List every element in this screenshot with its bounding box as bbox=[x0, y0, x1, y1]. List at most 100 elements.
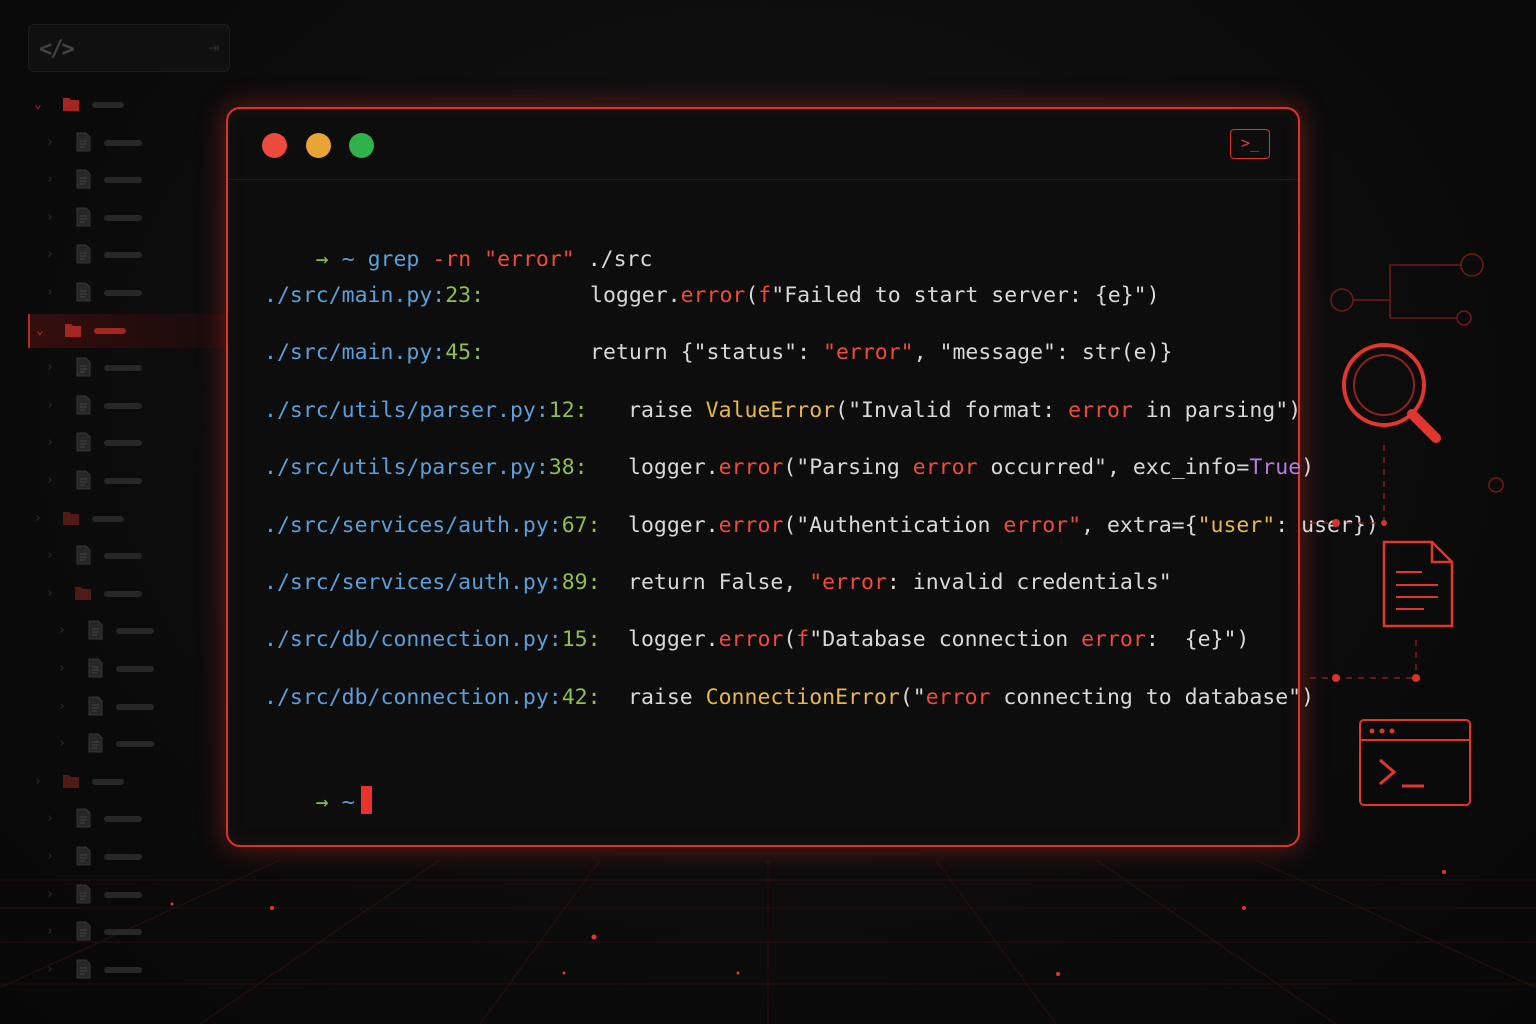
sidebar-folder-item[interactable]: › bbox=[28, 502, 228, 536]
chevron-right-icon[interactable]: › bbox=[46, 811, 54, 826]
sidebar-file-item[interactable]: › bbox=[28, 614, 228, 648]
sidebar-file-item[interactable]: › bbox=[28, 539, 228, 573]
code-token: "error bbox=[809, 570, 887, 595]
result-separator: : bbox=[432, 283, 446, 308]
result-location[interactable]: ./src/db/connection.py:15: bbox=[264, 627, 601, 652]
sidebar-file-item[interactable]: › bbox=[28, 840, 228, 874]
chevron-right-icon[interactable]: › bbox=[46, 548, 54, 563]
chevron-right-icon[interactable]: › bbox=[46, 962, 54, 977]
result-line: ./src/db/connection.py:42: raise Connecti… bbox=[264, 685, 1314, 710]
code-token: logger. bbox=[628, 627, 719, 653]
chevron-right-icon[interactable]: › bbox=[58, 661, 66, 676]
sidebar-folder-item[interactable]: ⌄ bbox=[28, 313, 230, 348]
sidebar-item-label-placeholder bbox=[116, 628, 154, 635]
sidebar-file-item[interactable]: › bbox=[28, 727, 228, 761]
chevron-right-icon[interactable]: › bbox=[46, 586, 54, 601]
chevron-right-icon[interactable]: › bbox=[46, 247, 54, 262]
chevron-right-icon[interactable]: › bbox=[58, 699, 66, 714]
code-icon[interactable]: </> bbox=[39, 37, 75, 62]
chevron-down-icon[interactable]: ⌄ bbox=[36, 323, 44, 338]
sidebar-item-label-placeholder bbox=[104, 365, 142, 372]
chevron-right-icon[interactable]: › bbox=[46, 924, 54, 939]
code-token: error bbox=[1081, 627, 1146, 653]
sidebar-folder-item[interactable]: ⌄ bbox=[28, 88, 228, 122]
terminal-window[interactable]: >_ → ~ grep -rn "error" ./src ./src/main… bbox=[226, 107, 1379, 847]
result-location[interactable]: ./src/services/auth.py:67: bbox=[264, 513, 601, 538]
result-file-path: ./src/utils/parser.py bbox=[264, 455, 536, 481]
floor-grid bbox=[0, 860, 1536, 1024]
sidebar-file-item[interactable]: › bbox=[28, 276, 228, 310]
sidebar-item-label-placeholder bbox=[92, 102, 124, 108]
chevron-right-icon[interactable]: › bbox=[46, 172, 54, 187]
chevron-right-icon[interactable]: › bbox=[46, 135, 54, 150]
sidebar-file-item[interactable]: › bbox=[28, 690, 228, 724]
result-location[interactable]: ./src/db/connection.py:42: bbox=[264, 685, 601, 710]
sidebar-file-item[interactable]: › bbox=[28, 351, 228, 385]
result-code-snippet: logger.error("Authentication error", ext… bbox=[628, 513, 1379, 538]
file-icon bbox=[76, 169, 91, 189]
sidebar-file-item[interactable]: › bbox=[28, 915, 228, 949]
code-token: error bbox=[680, 283, 746, 308]
magnifier-icon bbox=[1342, 343, 1441, 443]
sidebar-file-item[interactable]: › bbox=[28, 426, 228, 460]
sidebar-file-item[interactable]: › bbox=[28, 652, 228, 686]
result-location[interactable]: ./src/services/auth.py:89: bbox=[264, 570, 601, 595]
chevron-right-icon[interactable]: › bbox=[46, 435, 54, 450]
chevron-right-icon[interactable]: › bbox=[46, 285, 54, 300]
result-location[interactable]: ./src/utils/parser.py:12: bbox=[264, 398, 588, 423]
sidebar-item-label-placeholder bbox=[92, 778, 124, 785]
file-icon bbox=[76, 846, 91, 866]
close-button[interactable] bbox=[262, 133, 287, 158]
sidebar-file-item[interactable]: › bbox=[28, 802, 228, 836]
sidebar-file-item[interactable]: › bbox=[28, 126, 228, 160]
active-prompt-line[interactable]: → ~ bbox=[264, 761, 372, 840]
sidebar-file-item[interactable]: › bbox=[28, 878, 228, 912]
sidebar-file-item[interactable]: › bbox=[28, 389, 228, 423]
sidebar-folder-item[interactable]: › bbox=[28, 765, 228, 799]
result-location[interactable]: ./src/utils/parser.py:38: bbox=[264, 455, 588, 480]
file-icon bbox=[88, 696, 103, 716]
collapse-icon[interactable]: ⇥ bbox=[208, 37, 219, 58]
chevron-right-icon[interactable]: › bbox=[46, 210, 54, 225]
result-code-snippet: return False, "error: invalid credential… bbox=[628, 570, 1172, 595]
chevron-right-icon[interactable]: › bbox=[34, 774, 42, 789]
sidebar-item-label-placeholder bbox=[104, 177, 142, 184]
chevron-right-icon[interactable]: › bbox=[58, 623, 66, 638]
sidebar-folder-item[interactable]: › bbox=[28, 577, 228, 611]
result-location[interactable]: ./src/main.py:23: bbox=[264, 283, 484, 308]
code-token: ConnectionError bbox=[705, 684, 900, 710]
minimize-button[interactable] bbox=[306, 133, 331, 158]
maximize-button[interactable] bbox=[349, 133, 374, 158]
terminal-prompt-icon[interactable]: >_ bbox=[1230, 129, 1270, 159]
sidebar-file-item[interactable]: › bbox=[28, 953, 228, 987]
text-cursor bbox=[360, 786, 372, 814]
sidebar-file-item[interactable]: › bbox=[28, 163, 228, 197]
chevron-right-icon[interactable]: › bbox=[46, 849, 54, 864]
file-icon bbox=[76, 808, 91, 828]
file-icon bbox=[76, 207, 91, 227]
code-token: ("Parsing bbox=[783, 455, 913, 481]
chevron-down-icon[interactable]: ⌄ bbox=[34, 97, 42, 112]
sidebar-item-label-placeholder bbox=[104, 816, 142, 823]
folder-icon bbox=[63, 98, 79, 111]
sidebar-file-item[interactable]: › bbox=[28, 238, 228, 272]
code-token: : {e}") bbox=[1145, 627, 1250, 653]
result-location[interactable]: ./src/main.py:45: bbox=[264, 340, 484, 365]
prompt-tilde: ~ bbox=[341, 790, 355, 815]
code-token: occurred", exc_info= bbox=[977, 455, 1250, 481]
result-code-snippet: logger.error(f"Database connection error… bbox=[628, 627, 1249, 652]
chevron-right-icon[interactable]: › bbox=[46, 887, 54, 902]
code-token: error bbox=[925, 684, 991, 710]
chevron-right-icon[interactable]: › bbox=[46, 473, 54, 488]
sidebar-file-item[interactable]: › bbox=[28, 201, 228, 235]
code-token: f bbox=[796, 627, 810, 653]
chevron-right-icon[interactable]: › bbox=[58, 736, 66, 751]
result-file-path: ./src/db/connection.py bbox=[264, 684, 549, 710]
sidebar-item-label-placeholder bbox=[104, 252, 142, 259]
code-token: error bbox=[718, 512, 784, 538]
chevron-right-icon[interactable]: › bbox=[34, 511, 42, 526]
chevron-right-icon[interactable]: › bbox=[46, 398, 54, 413]
sidebar-file-item[interactable]: › bbox=[28, 464, 228, 498]
chevron-right-icon[interactable]: › bbox=[46, 360, 54, 375]
sidebar-item-label-placeholder bbox=[104, 290, 142, 296]
